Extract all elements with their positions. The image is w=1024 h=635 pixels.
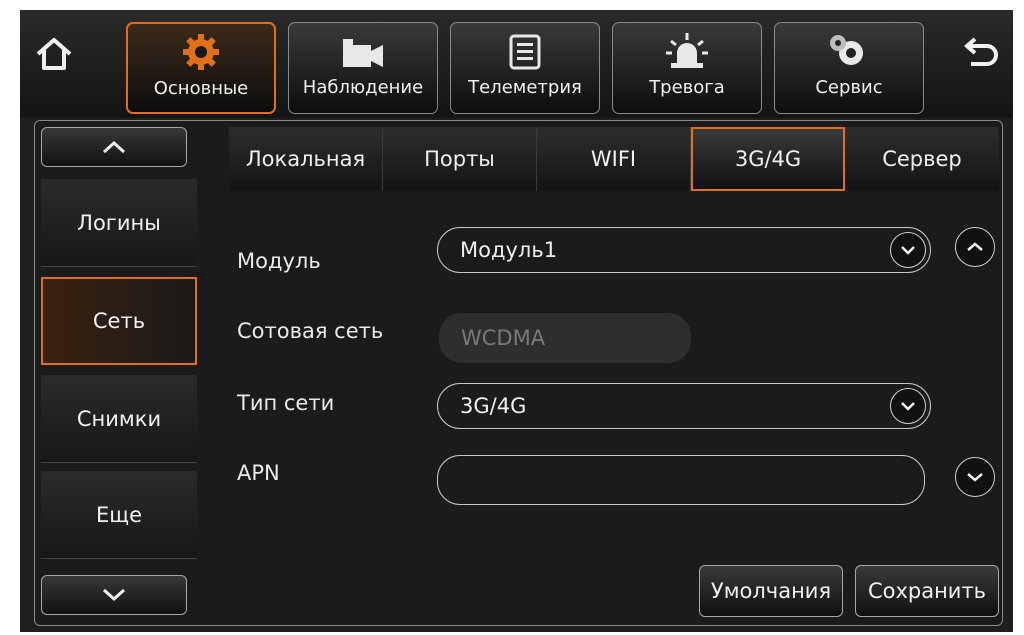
menu-telemetry-label: Телеметрия [468,77,582,98]
tab-server[interactable]: Сервер [845,127,999,191]
save-label: Сохранить [867,579,987,603]
tab-ports[interactable]: Порты [383,127,537,191]
defaults-button[interactable]: Умолчания [699,565,843,617]
module-select[interactable]: Модуль1 [437,227,931,273]
network-type-dropdown-button[interactable] [890,388,926,424]
defaults-label: Умолчания [710,579,832,603]
menu-basic-button[interactable]: Основные [126,22,276,114]
tab-label: Сервер [882,147,962,171]
module-label: Модуль [237,249,321,273]
alarm-icon [666,33,708,68]
sidebar-item-more[interactable]: Еще [41,471,197,559]
network-type-select[interactable]: 3G/4G [437,383,931,429]
menu-service-button[interactable]: Сервис [774,22,924,114]
sidebar-item-label: Еще [96,502,142,527]
network-type-label: Тип сети [237,391,335,415]
network-type-value: 3G/4G [460,394,527,418]
home-button[interactable] [30,30,78,78]
tab-label: WIFI [590,147,637,171]
chevron-down-icon [901,246,915,255]
gears-icon [830,35,863,65]
apn-label: APN [237,461,280,485]
gear-icon [183,34,219,70]
cellular-value: WCDMA [461,326,546,350]
module-value: Модуль1 [460,238,558,262]
menu-surveillance-button[interactable]: Наблюдение [288,22,438,114]
chevron-down-icon [102,588,126,602]
camera-icon [343,39,383,67]
menu-telemetry-button[interactable]: Телеметрия [450,22,600,114]
back-button[interactable] [957,30,1005,78]
sidebar-item-label: Сеть [92,309,146,333]
sidebar-item-label: Снимки [76,406,162,431]
form-scroll-down-button[interactable] [955,457,995,497]
tab-wifi[interactable]: WIFI [537,127,691,191]
cellular-field: WCDMA [439,313,691,363]
sidebar-item-network[interactable]: Сеть [41,277,197,365]
sidebar-item-label: Логины [77,210,161,235]
tab-label: 3G/4G [734,147,802,171]
tab-bar: Локальная Порты WIFI 3G/4G Сервер [229,127,999,191]
chevron-down-icon [901,402,915,411]
document-icon [509,34,541,70]
chevron-up-icon [102,140,126,154]
module-dropdown-button[interactable] [890,232,926,268]
sidebar-item-logins[interactable]: Логины [41,179,197,267]
menu-alarm-label: Тревога [649,77,725,98]
chevron-down-icon [967,473,983,482]
top-menu-bar: Основные Наблюдение Телеметрия Тревога С… [20,10,1013,118]
tab-3g4g[interactable]: 3G/4G [691,127,845,191]
menu-alarm-button[interactable]: Тревога [612,22,762,114]
apn-input[interactable] [437,455,925,505]
tab-local[interactable]: Локальная [229,127,383,191]
sidebar-scroll-up-button[interactable] [41,127,187,167]
menu-service-label: Сервис [815,77,883,98]
home-icon [36,38,72,70]
menu-basic-label: Основные [153,78,249,99]
cellular-label: Сотовая сеть [237,319,384,343]
tab-label: Локальная [245,147,366,171]
sidebar-scroll-down-button[interactable] [41,575,187,615]
chevron-up-icon [967,242,983,251]
dvr-settings-screen: Основные Наблюдение Телеметрия Тревога С… [20,10,1013,632]
save-button[interactable]: Сохранить [855,565,999,617]
menu-surveillance-label: Наблюдение [302,77,424,98]
settings-panel: Логины Сеть Снимки Еще Локальная Порты W… [34,120,1003,626]
sidebar-item-snapshots[interactable]: Снимки [41,375,197,463]
form-scroll-up-button[interactable] [955,227,995,267]
tab-label: Порты [424,147,495,171]
back-arrow-icon [963,37,998,66]
